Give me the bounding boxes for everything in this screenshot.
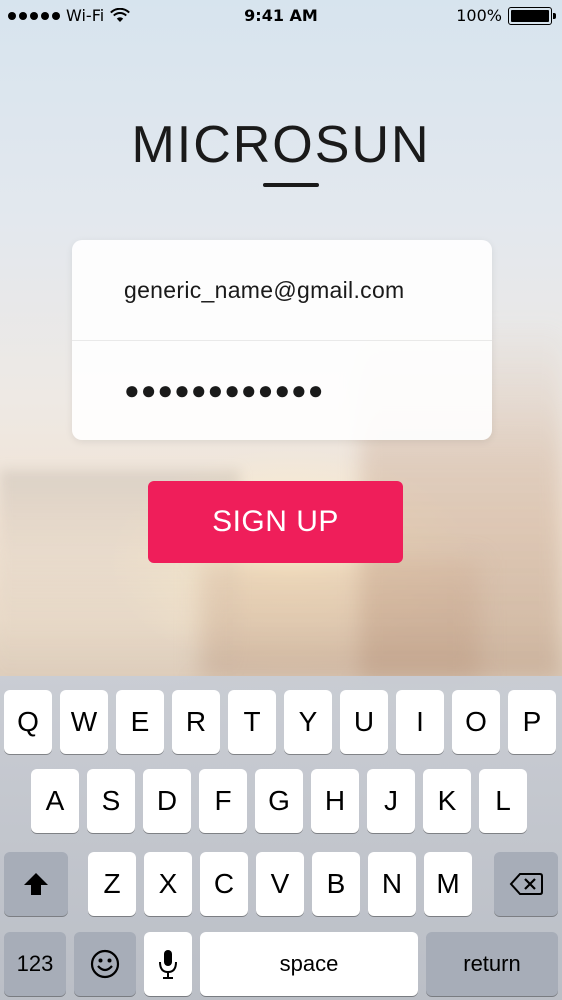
microphone-icon [159,950,177,979]
shift-icon [24,873,48,895]
email-value: generic_name@gmail.com [124,276,405,303]
return-key[interactable]: return [426,932,558,996]
space-key[interactable]: space [200,932,418,996]
key-j[interactable]: J [367,769,415,833]
backspace-icon [509,873,543,895]
battery-fill [511,9,549,22]
battery-percent: 100% [456,6,502,25]
key-c[interactable]: C [200,852,248,916]
key-z[interactable]: Z [88,852,136,916]
key-l[interactable]: L [479,769,527,833]
key-a[interactable]: A [31,769,79,833]
logo-underline [263,183,319,187]
key-m[interactable]: M [424,852,472,916]
key-x[interactable]: X [144,852,192,916]
app-logo: MICROSUN [0,108,562,198]
sign-up-button[interactable]: SIGN UP [148,481,403,563]
email-field[interactable]: generic_name@gmail.com [72,240,492,341]
status-right: 100% [456,6,556,25]
key-u[interactable]: U [340,690,388,754]
microphone-key[interactable] [144,932,192,996]
key-f[interactable]: F [199,769,247,833]
key-i[interactable]: I [396,690,444,754]
status-bar: Wi-Fi 9:41 AM 100% [0,0,562,32]
logo-wordmark: MICROSUN [131,116,430,174]
shift-key[interactable] [4,852,68,916]
key-e[interactable]: E [116,690,164,754]
key-r[interactable]: R [172,690,220,754]
emoji-icon [90,949,120,979]
password-field[interactable]: ●●●●●●●●●●●● [72,340,492,440]
backspace-key[interactable] [494,852,558,916]
emoji-key[interactable] [74,932,136,996]
background-dock-floor [200,560,480,680]
key-w[interactable]: W [60,690,108,754]
key-d[interactable]: D [143,769,191,833]
keyboard: Q W E R T Y U I O P A S D F G H J K L Z X C V B N M 123 space return [0,676,562,1000]
key-p[interactable]: P [508,690,556,754]
login-form: generic_name@gmail.com ●●●●●●●●●●●● [72,240,492,440]
key-n[interactable]: N [368,852,416,916]
key-b[interactable]: B [312,852,360,916]
key-g[interactable]: G [255,769,303,833]
key-t[interactable]: T [228,690,276,754]
key-v[interactable]: V [256,852,304,916]
key-s[interactable]: S [87,769,135,833]
numbers-key[interactable]: 123 [4,932,66,996]
key-y[interactable]: Y [284,690,332,754]
password-value: ●●●●●●●●●●●● [124,374,325,405]
key-q[interactable]: Q [4,690,52,754]
key-k[interactable]: K [423,769,471,833]
key-o[interactable]: O [452,690,500,754]
battery-icon [508,6,556,25]
key-h[interactable]: H [311,769,359,833]
